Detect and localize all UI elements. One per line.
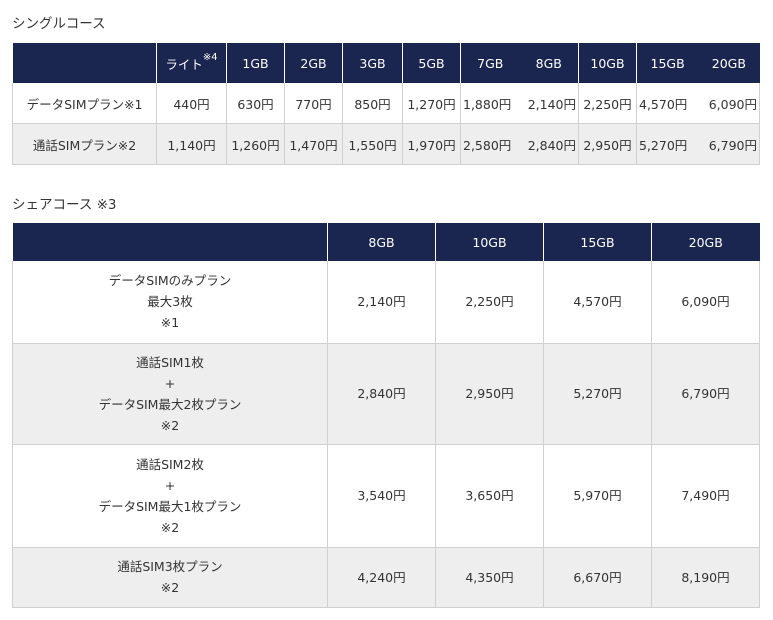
share-course-table: 8GB 10GB 15GB 20GB データSIMのみプラン 最大3枚 ※1 2…	[12, 223, 760, 608]
price-cell: 8,190円	[651, 547, 760, 608]
price-cell: 630円	[226, 83, 285, 124]
price-cell: 1,260円	[226, 123, 285, 165]
price-cell: 2,140円	[327, 261, 436, 344]
single-header-blank	[12, 43, 157, 83]
single-header-plan: 2GB	[284, 43, 343, 83]
row-label: 通話SIMプラン※2	[12, 123, 157, 165]
share-header-blank	[12, 223, 328, 261]
price-cell: 2,950円	[435, 343, 544, 445]
price-cell: 6,670円	[543, 547, 652, 608]
table-row: 通話SIM2枚 + データSIM最大1枚プラン ※2 3,540円 3,650円…	[12, 444, 760, 548]
single-header-plan-pair: 7GB 8GB	[460, 43, 579, 83]
price-cell: 5,970円	[543, 444, 652, 548]
price-cell: 1,470円	[284, 123, 343, 165]
price-cell: 1,140円	[156, 123, 227, 165]
single-header-lite: ライト※4	[156, 43, 227, 83]
single-header-plan-pair: 15GB 20GB	[636, 43, 760, 83]
price-cell-pair: 4,570円 6,090円	[636, 83, 760, 124]
share-header-row: 8GB 10GB 15GB 20GB	[12, 223, 760, 261]
share-course-title: シェアコース ※3	[12, 197, 117, 213]
price-cell: 4,240円	[327, 547, 436, 608]
share-header-plan: 10GB	[435, 223, 544, 261]
price-cell: 1,970円	[402, 123, 461, 165]
price-cell: 2,250円	[435, 261, 544, 344]
row-label: 通話SIM2枚 + データSIM最大1枚プラン ※2	[12, 444, 328, 548]
price-cell: 6,090円	[651, 261, 760, 344]
price-cell: 3,650円	[435, 444, 544, 548]
price-cell: 2,840円	[327, 343, 436, 445]
single-header-plan: 1GB	[226, 43, 285, 83]
single-header-plan: 3GB	[342, 43, 403, 83]
price-cell-pair: 1,880円 2,140円	[460, 83, 579, 124]
price-cell: 6,790円	[651, 343, 760, 445]
price-cell: 1,550円	[342, 123, 403, 165]
price-cell: 3,540円	[327, 444, 436, 548]
single-course-table: ライト※4 1GB 2GB 3GB 5GB 7GB 8GB 10GB 15GB 20…	[12, 43, 760, 165]
price-cell-pair: 5,270円 6,790円	[636, 123, 760, 165]
table-row: 通話SIMプラン※2 1,140円 1,260円 1,470円 1,550円 1…	[12, 123, 760, 165]
table-row: 通話SIM1枚 + データSIM最大2枚プラン ※2 2,840円 2,950円…	[12, 343, 760, 445]
table-row: データSIMプラン※1 440円 630円 770円 850円 1,270円 1…	[12, 83, 760, 124]
row-label: 通話SIM1枚 + データSIM最大2枚プラン ※2	[12, 343, 328, 445]
price-cell: 4,350円	[435, 547, 544, 608]
price-cell: 4,570円	[543, 261, 652, 344]
table-row: データSIMのみプラン 最大3枚 ※1 2,140円 2,250円 4,570円…	[12, 261, 760, 344]
table-row: 通話SIM3枚プラン ※2 4,240円 4,350円 6,670円 8,190…	[12, 547, 760, 608]
price-cell-pair: 2,580円 2,840円	[460, 123, 579, 165]
share-header-plan: 8GB	[327, 223, 436, 261]
price-cell: 850円	[342, 83, 403, 124]
row-label: データSIMのみプラン 最大3枚 ※1	[12, 261, 328, 344]
row-label: 通話SIM3枚プラン ※2	[12, 547, 328, 608]
row-label: データSIMプラン※1	[12, 83, 157, 124]
share-header-plan: 20GB	[651, 223, 760, 261]
single-header-plan: 10GB	[578, 43, 637, 83]
price-cell: 1,270円	[402, 83, 461, 124]
price-cell: 7,490円	[651, 444, 760, 548]
price-cell: 770円	[284, 83, 343, 124]
single-course-title: シングルコース	[12, 16, 106, 32]
price-cell: 2,950円	[578, 123, 637, 165]
lite-note: ※4	[202, 51, 218, 63]
price-cell: 2,250円	[578, 83, 637, 124]
price-cell: 5,270円	[543, 343, 652, 445]
single-header-plan: 5GB	[402, 43, 461, 83]
single-header-row: ライト※4 1GB 2GB 3GB 5GB 7GB 8GB 10GB 15GB 20…	[12, 43, 760, 83]
price-cell: 440円	[156, 83, 227, 124]
share-header-plan: 15GB	[543, 223, 652, 261]
